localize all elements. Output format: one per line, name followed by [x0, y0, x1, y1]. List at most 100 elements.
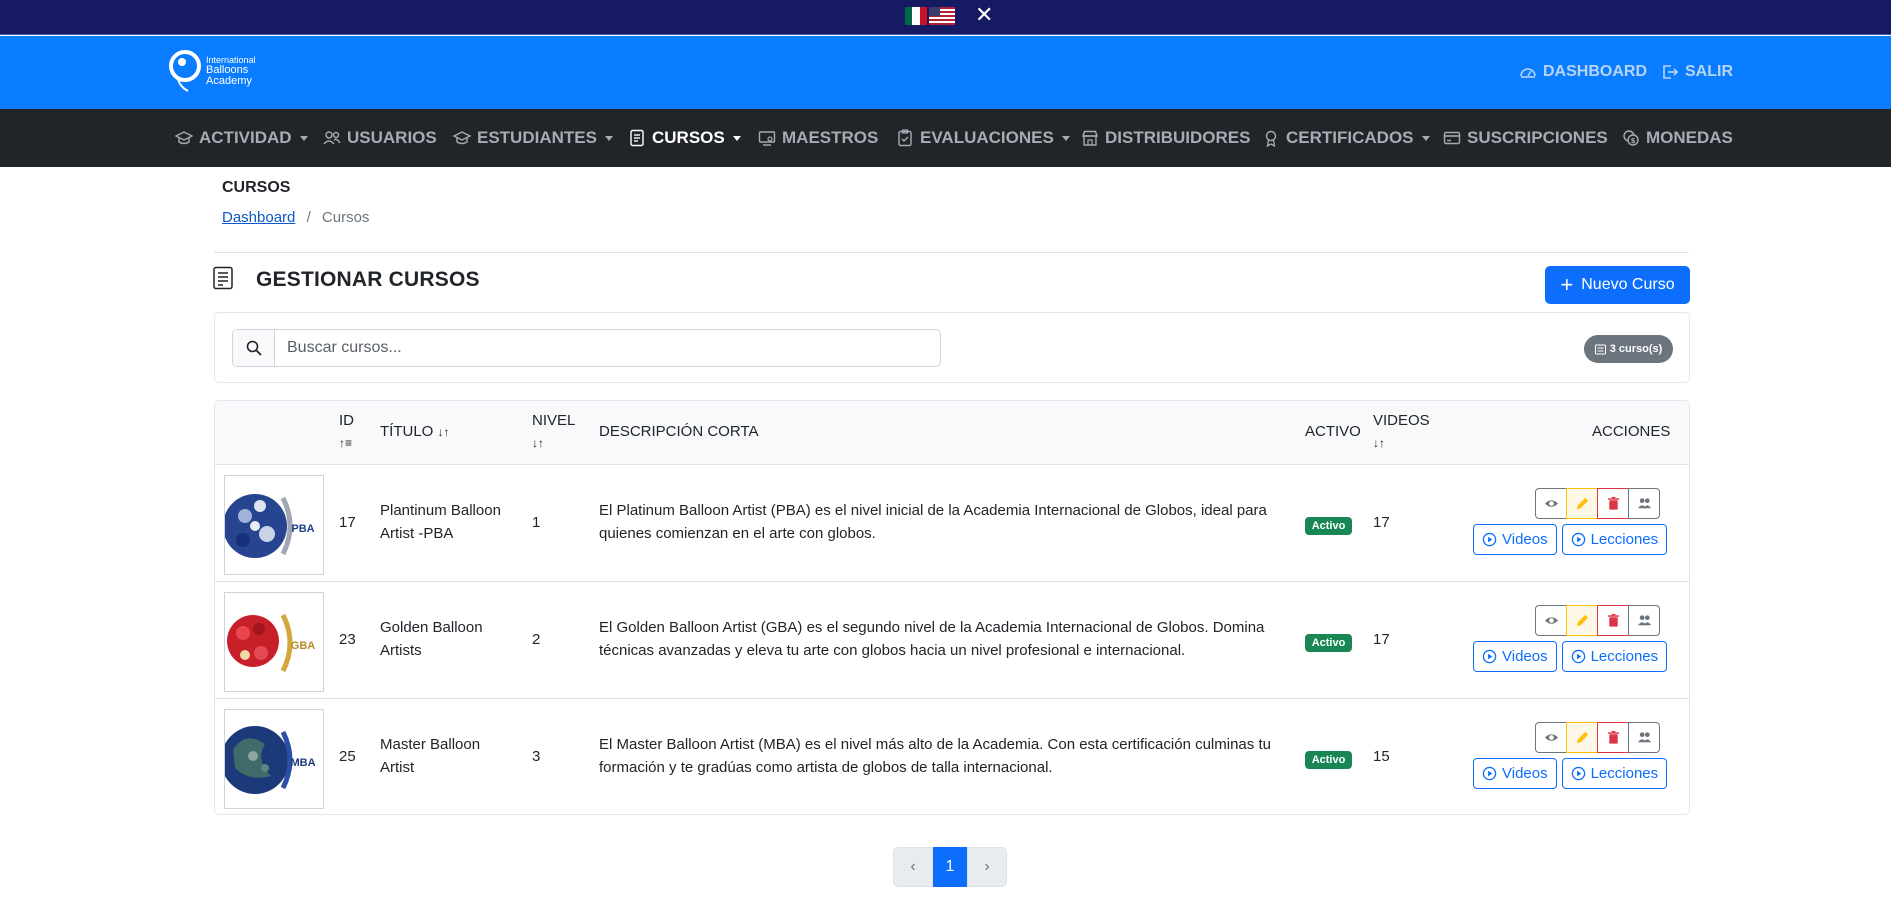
next-page-button[interactable]: ›	[967, 847, 1007, 887]
store-icon	[1082, 130, 1098, 146]
close-icon[interactable]: ✕	[975, 2, 993, 28]
videos-button[interactable]: Videos	[1473, 524, 1557, 555]
row-link-group: Videos Lecciones	[1473, 524, 1668, 555]
graduation-cap-icon	[175, 131, 193, 145]
cell-description: El Master Balloon Artist (MBA) es el niv…	[599, 733, 1271, 779]
edit-button[interactable]	[1566, 605, 1598, 636]
logo-text: International Balloons Academy	[206, 55, 256, 87]
sort-icon: ↓↑	[437, 425, 450, 439]
search-input[interactable]	[275, 330, 940, 366]
lessons-button[interactable]: Lecciones	[1561, 641, 1668, 672]
balloon-logo-icon	[169, 50, 201, 92]
nav-item-usuarios[interactable]: USUARIOS	[323, 109, 437, 167]
header-title[interactable]: TÍTULO ↓↑	[380, 421, 450, 443]
trash-icon	[1607, 613, 1619, 627]
page-title: CURSOS	[222, 179, 291, 196]
mexico-flag-icon[interactable]	[905, 7, 927, 25]
logout-link[interactable]: SALIR	[1661, 63, 1733, 81]
svg-text:PBA: PBA	[291, 523, 314, 535]
cell-description: El Platinum Balloon Artist (PBA) es el n…	[599, 499, 1267, 545]
description-line-2: formación y te gradúas como artista de g…	[599, 759, 1053, 776]
header-id[interactable]: ID ↑≡	[339, 410, 354, 454]
search-icon	[246, 340, 262, 356]
header-level[interactable]: NIVEL ↓↑	[532, 410, 575, 454]
delete-button[interactable]	[1597, 488, 1629, 519]
sort-icon: ↓↑	[1373, 436, 1385, 450]
title-line-2: Artists	[380, 642, 422, 659]
header-title-label: TÍTULO	[380, 423, 434, 440]
search-group	[232, 329, 941, 367]
page-button-current[interactable]: 1	[933, 847, 967, 887]
header-active: ACTIVO	[1305, 423, 1361, 440]
students-button[interactable]	[1628, 722, 1660, 753]
view-button[interactable]	[1535, 488, 1567, 519]
new-course-label: Nuevo Curso	[1581, 276, 1675, 293]
delete-button[interactable]	[1597, 605, 1629, 636]
cell-id: 25	[339, 748, 356, 765]
description-line-1: El Platinum Balloon Artist (PBA) es el n…	[599, 502, 1267, 519]
cell-videos: 15	[1373, 748, 1390, 765]
play-circle-icon	[1482, 532, 1497, 547]
pencil-icon	[1576, 497, 1588, 510]
breadcrumb: Dashboard / Cursos	[222, 209, 369, 226]
nav-item-actividad[interactable]: ACTIVIDAD	[175, 109, 308, 167]
row-action-group	[1535, 605, 1660, 636]
nav-item-distribuidores[interactable]: DISTRIBUIDORES	[1081, 109, 1250, 167]
delete-button[interactable]	[1597, 722, 1629, 753]
trash-icon	[1607, 730, 1619, 744]
edit-button[interactable]	[1566, 722, 1598, 753]
nav-label: DISTRIBUIDORES	[1105, 128, 1251, 147]
students-button[interactable]	[1628, 605, 1660, 636]
new-course-button[interactable]: + Nuevo Curso	[1545, 266, 1690, 304]
users-icon	[323, 131, 341, 145]
prev-page-button[interactable]: ‹	[893, 847, 933, 887]
nav-item-suscripciones[interactable]: SUSCRIPCIONES	[1443, 109, 1608, 167]
lessons-button[interactable]: Lecciones	[1561, 758, 1668, 789]
award-icon	[1265, 130, 1277, 147]
logo-line-2: Balloons	[206, 63, 249, 76]
nav-label: ACTIVIDAD	[199, 128, 292, 147]
credit-card-icon	[1443, 131, 1461, 145]
videos-button[interactable]: Videos	[1473, 641, 1557, 672]
students-button[interactable]	[1628, 488, 1660, 519]
nav-item-monedas[interactable]: $ MONEDAS	[1622, 109, 1733, 167]
cell-id: 17	[339, 514, 356, 531]
nav-item-maestros[interactable]: MAESTROS	[758, 109, 878, 167]
clipboard-check-icon	[898, 129, 912, 147]
nav-item-estudiantes[interactable]: ESTUDIANTES	[453, 109, 613, 167]
trash-icon	[1607, 496, 1619, 510]
breadcrumb-dashboard-link[interactable]: Dashboard	[222, 209, 295, 226]
header-actions: ACCIONES	[1592, 423, 1671, 440]
logo[interactable]: International Balloons Academy	[168, 48, 258, 94]
svg-text:GBA: GBA	[291, 640, 316, 652]
caret-down-icon	[732, 135, 741, 141]
document-list-icon	[213, 266, 233, 290]
description-line-2: técnicas avanzadas y eleva tu arte con g…	[599, 642, 1186, 659]
nav-item-certificados[interactable]: CERTIFICADOS	[1262, 109, 1430, 167]
nav-item-evaluaciones[interactable]: EVALUACIONES	[896, 109, 1070, 167]
edit-button[interactable]	[1566, 488, 1598, 519]
search-button[interactable]	[233, 330, 275, 366]
play-circle-icon	[1571, 649, 1585, 664]
presentation-icon	[758, 131, 776, 146]
lessons-button[interactable]: Lecciones	[1561, 524, 1668, 555]
videos-button[interactable]: Videos	[1473, 758, 1557, 789]
usa-flag-icon[interactable]	[929, 7, 955, 25]
nav-label: SUSCRIPCIONES	[1467, 128, 1608, 147]
lessons-label: Lecciones	[1590, 765, 1659, 782]
cell-title: Golden Balloon Artists	[380, 616, 483, 662]
header-videos[interactable]: VIDEOS ↓↑	[1373, 410, 1430, 454]
caret-down-icon	[299, 135, 308, 141]
videos-label: Videos	[1502, 648, 1548, 665]
main-nav: ACTIVIDAD USUARIOS ESTUDIANTES CURSOS MA…	[0, 109, 1891, 167]
users-icon	[1637, 498, 1651, 509]
graduation-cap-icon	[453, 131, 471, 145]
nav-item-cursos[interactable]: CURSOS	[628, 109, 741, 167]
view-button[interactable]	[1535, 722, 1567, 753]
pencil-icon	[1576, 614, 1588, 627]
cell-description: El Golden Balloon Artist (GBA) es el seg…	[599, 616, 1264, 662]
header-level-label: NIVEL	[532, 412, 576, 429]
dashboard-link[interactable]: DASHBOARD	[1519, 63, 1647, 81]
view-button[interactable]	[1535, 605, 1567, 636]
courses-table: ID ↑≡ TÍTULO ↓↑ NIVEL ↓↑ DESCRIPCIÓN COR…	[214, 400, 1690, 815]
